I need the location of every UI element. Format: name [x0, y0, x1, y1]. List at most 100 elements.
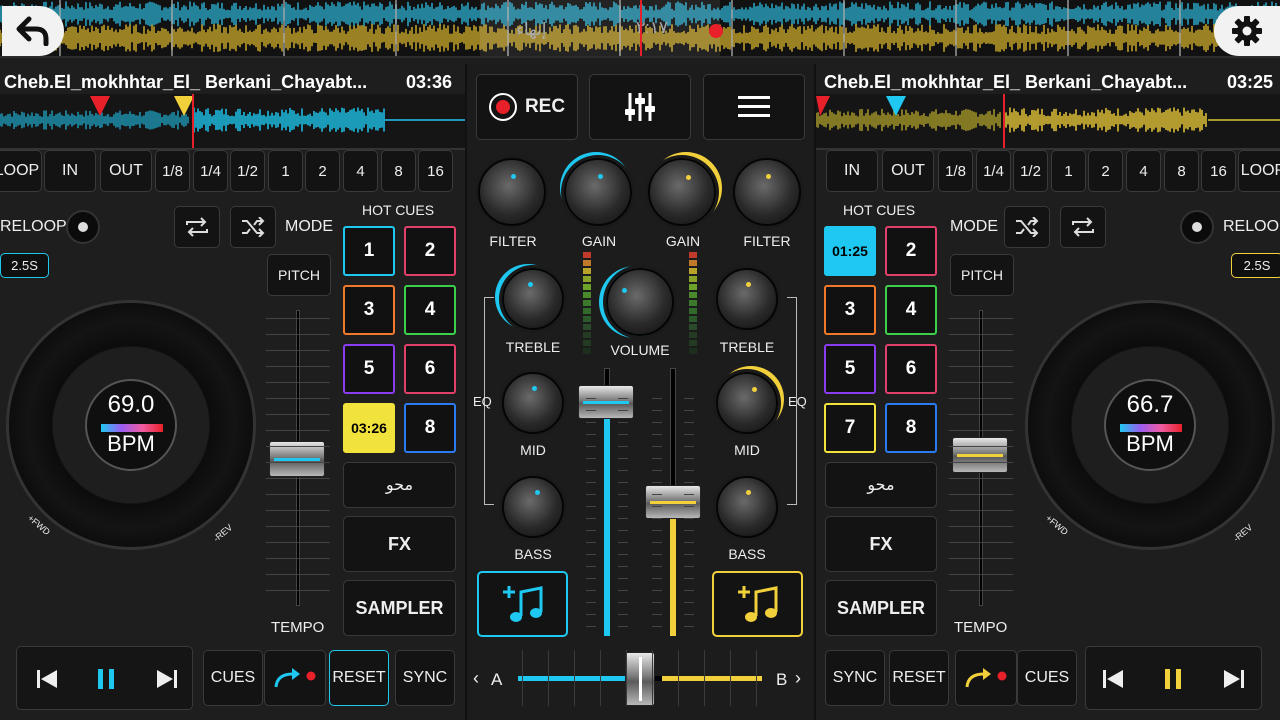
deck-a-gain-knob[interactable] — [564, 158, 632, 226]
deck-a-prev-icon[interactable] — [37, 670, 57, 688]
deck-a-channel-fader[interactable] — [578, 385, 634, 419]
deck-a-mid-knob[interactable] — [502, 372, 564, 434]
deck-b-cue-jump-button[interactable] — [955, 650, 1017, 706]
deck-a-cue-jump-button[interactable] — [264, 650, 326, 706]
deck-b-prev-icon[interactable] — [1103, 670, 1123, 688]
deck-b-filter-knob[interactable] — [733, 158, 801, 226]
deck-a-loop-length[interactable]: 2.5S — [0, 253, 49, 278]
deck-a-treble-knob[interactable] — [502, 268, 564, 330]
deck-a-hot-cue-pad[interactable]: 3 — [343, 285, 395, 335]
deck-b-loop-size-button[interactable]: 1/2 — [1013, 150, 1048, 192]
deck-b-loop-size-button[interactable]: 1/8 — [938, 150, 973, 192]
deck-b-gain-knob[interactable] — [648, 158, 716, 226]
deck-b-loop-size-button[interactable]: 8 — [1164, 150, 1199, 192]
deck-b-pause-icon[interactable] — [1164, 669, 1182, 689]
deck-b-waveform[interactable] — [816, 94, 1280, 150]
deck-a-erase-button[interactable]: محو — [343, 462, 456, 508]
deck-b-cues-button[interactable]: CUES — [1017, 650, 1077, 706]
deck-b-pitch-button[interactable]: PITCH — [950, 254, 1014, 296]
deck-b-sync-button[interactable]: SYNC — [825, 650, 885, 706]
deck-b-hot-cue-pad[interactable]: 4 — [885, 285, 937, 335]
mixer-toggle-button[interactable] — [589, 74, 691, 140]
deck-b-hot-cue-pad[interactable]: 8 — [885, 403, 937, 453]
deck-a-hot-cue-pad[interactable]: 8 — [404, 403, 456, 453]
deck-b-mid-knob[interactable] — [716, 372, 778, 434]
deck-a-pause-icon[interactable] — [97, 669, 115, 689]
deck-a-hot-cue-pad[interactable]: 03:26 — [343, 403, 395, 453]
deck-b-music-library-button[interactable] — [712, 571, 803, 637]
deck-b-hot-cue-pad[interactable]: 7 — [824, 403, 876, 453]
deck-b-reset-button[interactable]: RESET — [889, 650, 949, 706]
deck-b-loop-size-button[interactable]: 4 — [1126, 150, 1161, 192]
deck-a-repeat-button[interactable] — [174, 206, 220, 248]
deck-a-loop-size-button[interactable]: 2 — [305, 150, 340, 192]
deck-a-reloop-button[interactable] — [66, 210, 100, 244]
deck-a-out-button[interactable]: OUT — [100, 150, 152, 192]
deck-b-loop-size-button[interactable]: 1 — [1051, 150, 1086, 192]
deck-a-in-button[interactable]: IN — [44, 150, 96, 192]
deck-b-loop-button[interactable]: LOOP — [1238, 150, 1280, 192]
deck-a-loop-size-button[interactable]: 1/2 — [230, 150, 265, 192]
deck-a-music-library-button[interactable] — [477, 571, 568, 637]
hot-cue-pad-label: 4 — [424, 299, 436, 320]
settings-button[interactable] — [1214, 6, 1280, 56]
record-button[interactable]: REC — [476, 74, 578, 140]
back-button[interactable] — [2, 6, 64, 56]
deck-b-sampler-button[interactable]: SAMPLER — [825, 580, 937, 636]
deck-b-hot-cue-pad[interactable]: 2 — [885, 226, 937, 276]
deck-b-repeat-button[interactable] — [1060, 206, 1106, 248]
deck-a-pitch-button[interactable]: PITCH — [267, 254, 331, 296]
crossfader-handle[interactable] — [625, 652, 655, 706]
deck-a-loop-size-button[interactable]: 4 — [343, 150, 378, 192]
deck-a-loop-size-button[interactable]: 16 — [418, 150, 453, 192]
menu-button[interactable] — [703, 74, 805, 140]
deck-a-fx-button[interactable]: FX — [343, 516, 456, 572]
deck-a-hot-cue-pad[interactable]: 6 — [404, 344, 456, 394]
deck-b-shuffle-button[interactable] — [1004, 206, 1050, 248]
deck-a-next-icon[interactable] — [157, 670, 177, 688]
crossfader-left-arrow[interactable]: ‹ — [473, 668, 479, 689]
deck-a-waveform[interactable] — [0, 94, 465, 150]
deck-b-tempo-fader[interactable] — [952, 437, 1008, 473]
deck-a-filter-knob[interactable] — [478, 158, 546, 226]
deck-b-loop-size-button[interactable]: 1/4 — [976, 150, 1011, 192]
deck-b-in-button[interactable]: IN — [826, 150, 878, 192]
deck-b-bass-knob[interactable] — [716, 476, 778, 538]
deck-a-cues-button[interactable]: CUES — [203, 650, 263, 706]
deck-b-treble-knob[interactable] — [716, 268, 778, 330]
deck-b-hot-cue-pad[interactable]: 3 — [824, 285, 876, 335]
deck-b-reloop-button[interactable] — [1180, 210, 1214, 244]
deck-a-sampler-button[interactable]: SAMPLER — [343, 580, 456, 636]
deck-b-channel-fader[interactable] — [645, 485, 701, 519]
deck-a-bass-knob[interactable] — [502, 476, 564, 538]
deck-a-loop-size-button[interactable]: 1/8 — [155, 150, 190, 192]
deck-b-out-button[interactable]: OUT — [882, 150, 934, 192]
deck-a-hot-cue-pad[interactable]: 2 — [404, 226, 456, 276]
deck-a-hot-cue-pad[interactable]: 4 — [404, 285, 456, 335]
hot-cue-pad-label: 8 — [905, 417, 917, 438]
deck-a-loop-button[interactable]: LOOP — [0, 150, 42, 192]
deck-a-reset-button[interactable]: RESET — [329, 650, 389, 706]
deck-b-hot-cue-pad[interactable]: 5 — [824, 344, 876, 394]
deck-b-hot-cue-pad[interactable]: 01:25 — [824, 226, 876, 276]
deck-b-fx-button[interactable]: FX — [825, 516, 937, 572]
deck-a-loop-size-button[interactable]: 1/4 — [193, 150, 228, 192]
deck-b-loop-size-button[interactable]: 2 — [1088, 150, 1123, 192]
master-waveform[interactable]: إنهاء ٣:١٧ — [0, 0, 1280, 58]
deck-b-erase-button[interactable]: محو — [825, 462, 937, 508]
deck-b-hot-cue-pad[interactable]: 6 — [885, 344, 937, 394]
deck-a-sync-button[interactable]: SYNC — [395, 650, 455, 706]
deck-a-shuffle-button[interactable] — [230, 206, 276, 248]
deck-b-next-icon[interactable] — [1224, 670, 1244, 688]
deck-a-loop-size-button[interactable]: 1 — [268, 150, 303, 192]
deck-b-loop-size-button[interactable]: 16 — [1201, 150, 1236, 192]
deck-b-turntable[interactable]: 66.7 BPM — [1025, 300, 1275, 550]
crossfader-right-arrow[interactable]: › — [795, 668, 801, 689]
deck-b-loop-length[interactable]: 2.5S — [1231, 253, 1280, 278]
deck-a-hot-cue-pad[interactable]: 1 — [343, 226, 395, 276]
deck-b-loop-label: LOOP — [1240, 162, 1280, 179]
deck-a-turntable[interactable]: 69.0 BPM — [6, 300, 256, 550]
master-volume-knob[interactable] — [606, 268, 674, 336]
deck-a-loop-size-button[interactable]: 8 — [381, 150, 416, 192]
deck-a-hot-cue-pad[interactable]: 5 — [343, 344, 395, 394]
